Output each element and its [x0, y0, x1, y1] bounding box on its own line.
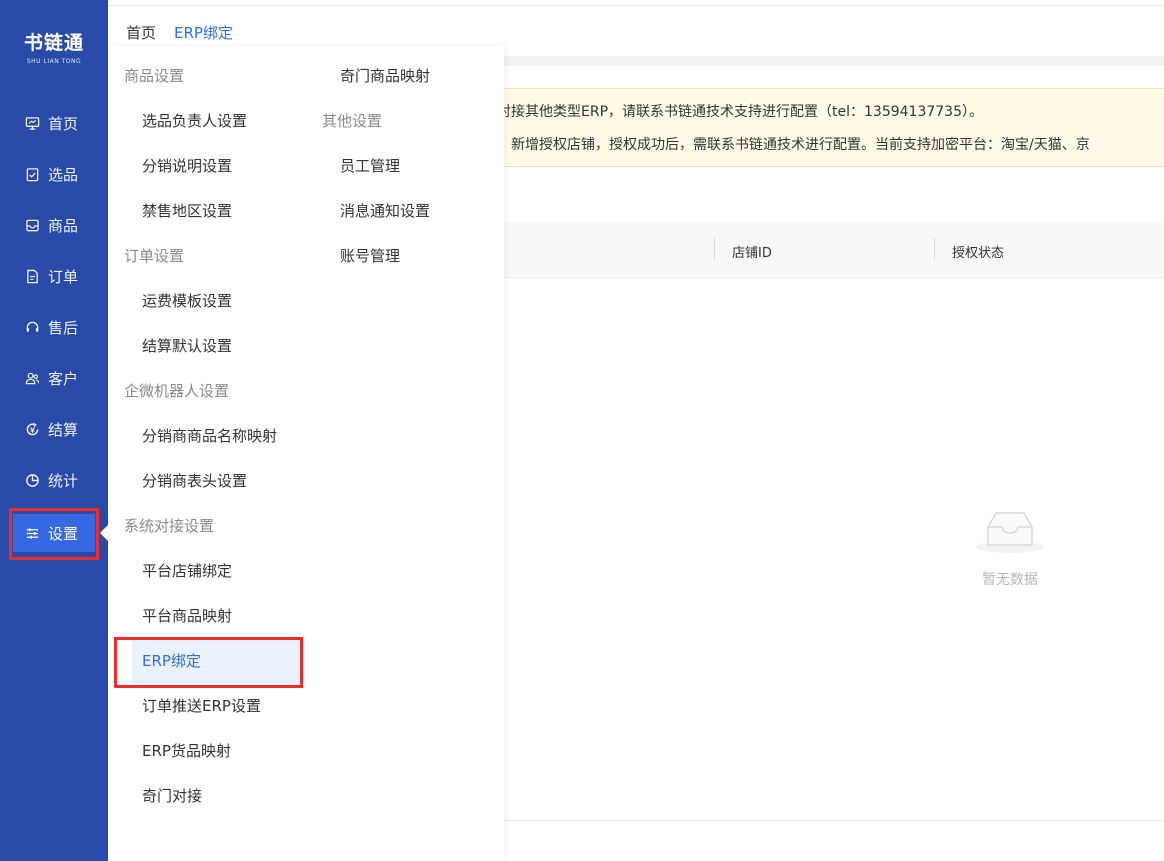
- breadcrumb: 首页 ERP绑定: [126, 22, 233, 43]
- menu-group-wecom-bot: 企微机器人设置: [124, 382, 230, 400]
- inbox-icon: [24, 217, 40, 233]
- users-icon: [24, 370, 40, 386]
- sidebar-item-label: 结算: [48, 420, 79, 439]
- notice-line-2: ，新增授权店铺，授权成功后，需联系书链通技术进行配置。当前支持加密平台：淘宝/天…: [497, 137, 1090, 153]
- menu-item-notification-settings[interactable]: 消息通知设置: [322, 189, 492, 234]
- menu-item-settlement-default[interactable]: 结算默认设置: [124, 324, 314, 369]
- logo-subtext: SHU LIAN TONG: [26, 58, 82, 65]
- logo-text: 书链通: [23, 32, 84, 54]
- column-header-shop-id: 店铺ID: [732, 246, 772, 261]
- logo: 书链通 SHU LIAN TONG: [0, 28, 108, 65]
- menu-item-distribution-notes[interactable]: 分销说明设置: [124, 144, 314, 189]
- sidebar-item-label: 订单: [48, 267, 79, 286]
- settings-menu-panel: 商品设置 选品负责人设置 分销说明设置 禁售地区设置 订单设置 运费模板设置 结…: [108, 46, 504, 861]
- sidebar-item-label: 统计: [48, 471, 79, 490]
- breadcrumb-current: ERP绑定: [174, 24, 233, 42]
- pie-chart-icon: [24, 472, 40, 488]
- column-header-auth-status: 授权状态: [952, 246, 1005, 261]
- menu-item-staff-management[interactable]: 员工管理: [322, 144, 492, 189]
- clipboard-check-icon: [24, 166, 40, 182]
- sidebar-item-label: 首页: [48, 114, 79, 133]
- menu-item-distributor-name-mapping[interactable]: 分销商商品名称映射: [124, 414, 314, 459]
- sliders-icon: [24, 525, 40, 541]
- menu-item-order-push-erp[interactable]: 订单推送ERP设置: [124, 684, 314, 729]
- sidebar-item-settings[interactable]: 设置: [13, 514, 95, 552]
- menu-item-platform-product-mapping[interactable]: 平台商品映射: [124, 594, 314, 639]
- sidebar-item-selection[interactable]: 选品: [0, 156, 108, 192]
- sidebar-item-customers[interactable]: 客户: [0, 360, 108, 396]
- headset-icon: [24, 319, 40, 335]
- divider: [504, 820, 1164, 821]
- sidebar-item-orders[interactable]: 订单: [0, 258, 108, 294]
- sidebar-item-products[interactable]: 商品: [0, 207, 108, 243]
- table-header: 店铺ID 授权状态: [504, 222, 1164, 278]
- menu-item-qimen-product-mapping[interactable]: 奇门商品映射: [322, 54, 492, 99]
- column-separator: [714, 238, 715, 260]
- breadcrumb-home[interactable]: 首页: [126, 22, 156, 43]
- settlement-icon: [24, 421, 40, 437]
- sidebar-item-aftersales[interactable]: 售后: [0, 309, 108, 345]
- menu-group-system-integration: 系统对接设置: [124, 517, 215, 535]
- menu-item-platform-shop-binding[interactable]: 平台店铺绑定: [124, 549, 314, 594]
- menu-column-left: 商品设置 选品负责人设置 分销说明设置 禁售地区设置 订单设置 运费模板设置 结…: [124, 54, 314, 819]
- sidebar-item-label: 售后: [48, 318, 79, 337]
- menu-item-erp-binding[interactable]: ERP绑定: [132, 639, 302, 684]
- menu-group-other-settings: 其他设置: [322, 112, 383, 130]
- empty-state: 暂无数据: [970, 505, 1050, 589]
- sidebar-item-statistics[interactable]: 统计: [0, 462, 108, 498]
- sidebar-item-label: 商品: [48, 216, 79, 235]
- empty-text: 暂无数据: [982, 572, 1038, 588]
- empty-inbox-icon: [976, 512, 1044, 553]
- menu-item-selection-owner[interactable]: 选品负责人设置: [124, 99, 314, 144]
- column-separator: [934, 238, 935, 260]
- document-icon: [24, 268, 40, 284]
- menu-group-order-settings: 订单设置: [124, 247, 185, 265]
- menu-item-erp-goods-mapping[interactable]: ERP货品映射: [124, 729, 314, 774]
- menu-column-right: 奇门商品映射 其他设置 员工管理 消息通知设置 账号管理: [322, 54, 492, 279]
- sidebar-item-label: 客户: [48, 369, 79, 388]
- tab-strip: [504, 56, 1164, 66]
- menu-item-restricted-regions[interactable]: 禁售地区设置: [124, 189, 314, 234]
- menu-group-product-settings: 商品设置: [124, 67, 185, 85]
- monitor-icon: [24, 115, 40, 131]
- notice-banner: 对接其他类型ERP，请联系书链通技术支持进行配置（tel：13594137735…: [497, 88, 1164, 167]
- menu-item-qimen-integration[interactable]: 奇门对接: [124, 774, 314, 819]
- sidebar: 书链通 SHU LIAN TONG 首页 选品 商品 订单 售后 客户 结算 统…: [0, 0, 108, 861]
- top-bar: [108, 0, 1164, 6]
- menu-item-shipping-template[interactable]: 运费模板设置: [124, 279, 314, 324]
- menu-item-distributor-header[interactable]: 分销商表头设置: [124, 459, 314, 504]
- notice-line-1: 对接其他类型ERP，请联系书链通技术支持进行配置（tel：13594137735…: [497, 104, 983, 120]
- sidebar-item-settlement[interactable]: 结算: [0, 411, 108, 447]
- sidebar-item-home[interactable]: 首页: [0, 105, 108, 141]
- menu-item-account-management[interactable]: 账号管理: [322, 234, 492, 279]
- menu-caret: [100, 525, 108, 541]
- sidebar-item-label: 设置: [48, 524, 79, 543]
- sidebar-item-label: 选品: [48, 165, 79, 184]
